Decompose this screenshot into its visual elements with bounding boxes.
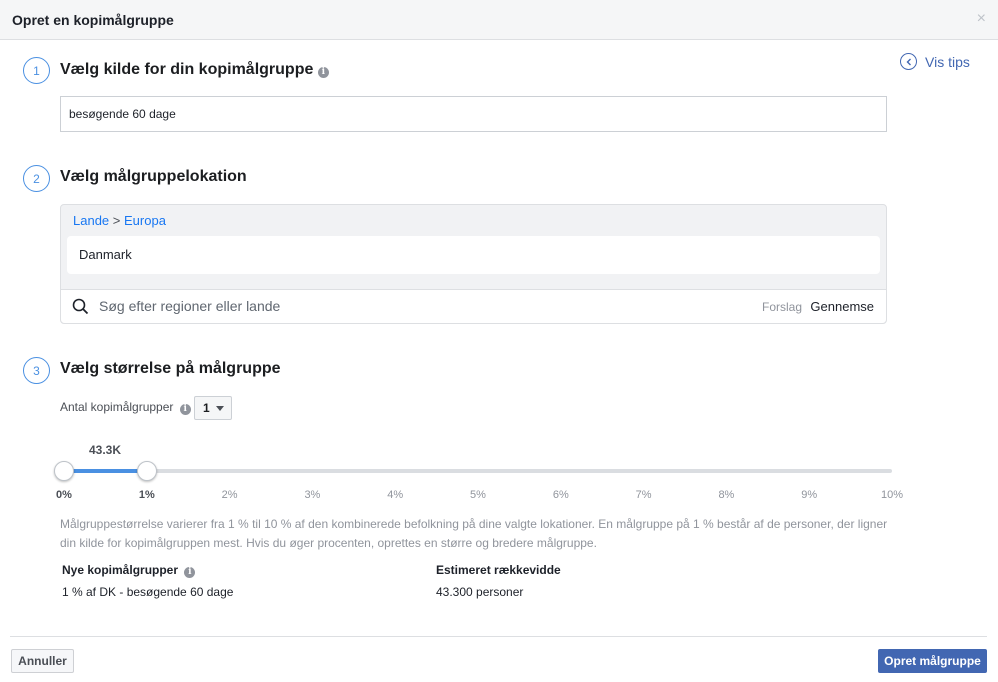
browse-link[interactable]: Gennemse	[810, 299, 874, 314]
size-slider-track[interactable]	[63, 469, 892, 473]
new-audiences-value: 1 % af DK - besøgende 60 dage	[62, 585, 234, 599]
slider-tick-label: 7%	[635, 489, 652, 501]
info-icon[interactable]: i	[184, 567, 196, 578]
slider-tick-label: 9%	[801, 489, 818, 501]
breadcrumb-separator: >	[112, 213, 121, 228]
chevron-down-icon	[215, 405, 224, 411]
search-icon	[72, 298, 89, 320]
step-1-title: Vælg kilde for din kopimålgruppe i	[60, 61, 329, 79]
step-2-title: Vælg målgruppelokation	[60, 168, 247, 185]
slider-tick-label: 0%	[56, 489, 72, 501]
suggestions-link[interactable]: Forslag	[762, 300, 802, 314]
dialog-title: Opret en kopimålgruppe	[12, 12, 174, 28]
slider-value-label: 43.3K	[89, 443, 122, 457]
slider-tick-label: 3%	[304, 489, 321, 501]
slider-tick-label: 1%	[138, 489, 155, 501]
slider-tick-label: 6%	[552, 489, 569, 501]
new-audiences-header: Nye kopimålgrupper i	[62, 563, 196, 578]
info-icon[interactable]: i	[317, 67, 329, 78]
step-1-title-text: Vælg kilde for din kopimålgruppe	[60, 61, 314, 78]
vis-tips-label: Vis tips	[925, 53, 970, 70]
chevron-left-circle-icon	[900, 53, 917, 70]
slider-tick-label: 8%	[718, 489, 735, 501]
source-input[interactable]	[60, 96, 887, 132]
size-slider-fill	[64, 469, 147, 473]
slider-tick-label: 2%	[221, 489, 238, 501]
vis-tips-button[interactable]: Vis tips	[900, 53, 970, 70]
location-selector: Lande > Europa Danmark Forslag Gennemse	[60, 204, 887, 324]
new-audiences-header-text: Nye kopimålgrupper	[62, 563, 179, 577]
slider-tick-label: 5%	[470, 489, 486, 501]
step-2-number: 2	[23, 165, 50, 192]
audience-count-label-text: Antal kopimålgrupper	[60, 400, 174, 414]
create-audience-button[interactable]: Opret målgruppe	[878, 649, 987, 673]
slider-tick-label: 4%	[387, 489, 404, 501]
breadcrumb-lande[interactable]: Lande	[73, 213, 109, 228]
selected-location[interactable]: Danmark	[67, 236, 880, 274]
audience-count-label: Antal kopimålgrupper i	[60, 400, 191, 415]
location-search-input[interactable]	[99, 298, 739, 314]
location-search-bar: Forslag Gennemse	[61, 289, 886, 323]
estimated-reach-value: 43.300 personer	[436, 585, 524, 599]
slider-end-handle[interactable]	[136, 461, 157, 481]
step-3-number: 3	[23, 357, 50, 384]
audience-count-value: 1	[203, 401, 210, 415]
slider-start-handle[interactable]	[54, 461, 74, 481]
dialog-header: Opret en kopimålgruppe ×	[0, 0, 998, 40]
step-1-number: 1	[23, 57, 50, 84]
footer-divider	[10, 636, 987, 637]
slider-tick-label: 10%	[880, 489, 904, 501]
cancel-button[interactable]: Annuller	[11, 649, 74, 673]
size-description: Målgruppestørrelse varierer fra 1 % til …	[60, 517, 888, 550]
breadcrumb-europa[interactable]: Europa	[124, 213, 166, 228]
breadcrumb: Lande > Europa	[73, 213, 166, 228]
audience-count-select[interactable]: 1	[194, 396, 232, 420]
info-icon[interactable]: i	[179, 404, 191, 415]
estimated-reach-header: Estimeret rækkevidde	[436, 563, 561, 577]
step-3-title: Vælg størrelse på målgruppe	[60, 360, 281, 377]
close-icon[interactable]: ×	[977, 11, 986, 27]
